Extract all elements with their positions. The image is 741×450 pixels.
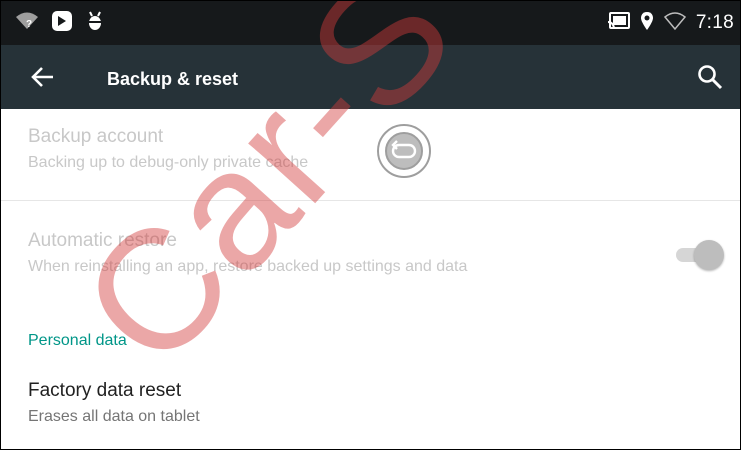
notification-icon (51, 10, 73, 37)
floating-back-button[interactable] (374, 121, 434, 181)
backup-account-pref[interactable]: Backup account Backing up to debug-only … (28, 126, 308, 172)
signal-icon (663, 11, 686, 36)
factory-reset-summary: Erases all data on tablet (28, 408, 200, 425)
app-toolbar: Backup & reset (1, 45, 740, 109)
backup-account-summary: Backing up to debug-only private cache (28, 154, 309, 171)
android-debug-icon (85, 10, 105, 37)
back-button[interactable] (29, 65, 57, 89)
backup-account-title: Backup account (28, 126, 164, 147)
undo-circle-icon (377, 124, 431, 178)
arrow-back-icon (31, 67, 53, 87)
automatic-restore-title: Automatic restore (28, 230, 177, 251)
factory-reset-pref[interactable]: Factory data reset Erases all data on ta… (28, 380, 200, 426)
automatic-restore-pref[interactable]: Automatic restore When reinstalling an a… (28, 230, 467, 276)
screen: ? 7:18 Backup & reset Backup account Bac… (0, 0, 741, 450)
search-button[interactable] (696, 63, 724, 91)
search-icon (698, 65, 723, 90)
status-bar: ? 7:18 (1, 1, 740, 45)
settings-list: Backup account Backing up to debug-only … (1, 109, 740, 449)
location-icon (640, 11, 654, 36)
factory-reset-title: Factory data reset (28, 380, 182, 401)
divider (1, 200, 740, 201)
page-title: Backup & reset (107, 69, 239, 89)
automatic-restore-summary: When reinstalling an app, restore backed… (28, 258, 468, 275)
svg-text:?: ? (26, 19, 32, 30)
category-header-personal-data: Personal data (28, 332, 127, 349)
wifi-unknown-icon: ? (15, 11, 39, 36)
clock: 7:18 (695, 12, 734, 33)
automatic-restore-toggle[interactable] (674, 240, 724, 270)
toggle-thumb (694, 240, 724, 270)
cast-icon (607, 11, 630, 35)
